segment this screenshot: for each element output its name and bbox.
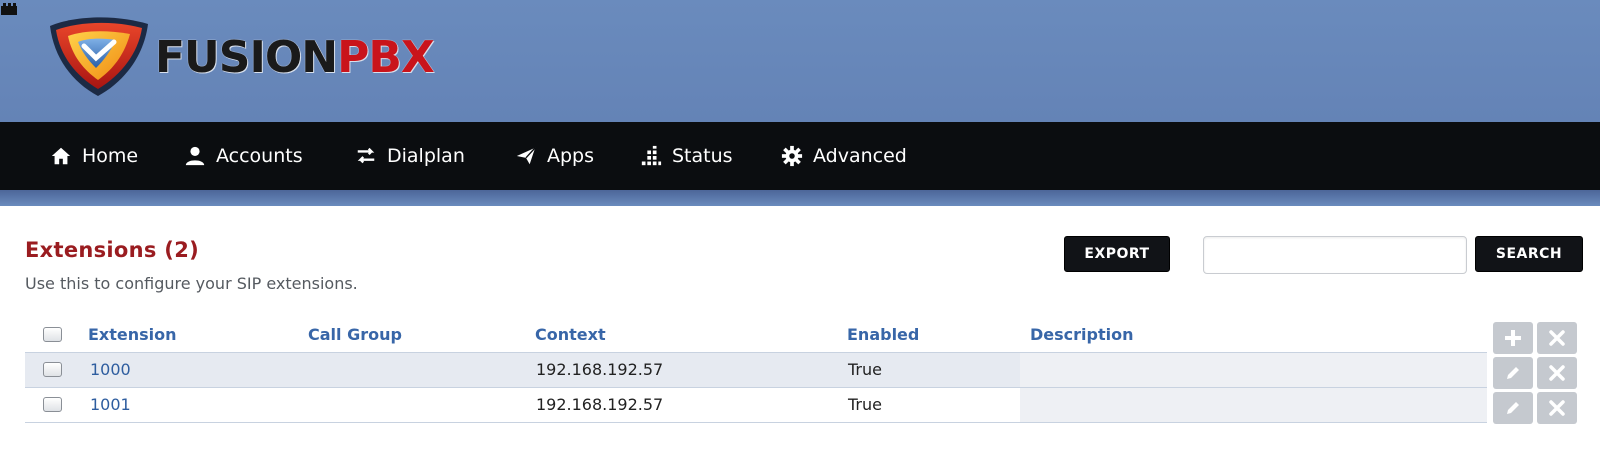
add-extension-button[interactable] [1493, 322, 1533, 354]
column-header-extension[interactable]: Extension [88, 318, 177, 352]
table-header-row: Extension Call Group Context Enabled Des… [25, 318, 1487, 354]
description-cell-bg [1020, 353, 1487, 387]
user-icon [185, 146, 205, 166]
delete-extension-button[interactable] [1537, 392, 1577, 424]
select-all-checkbox[interactable] [43, 327, 62, 342]
search-input[interactable] [1203, 236, 1467, 274]
row-checkbox[interactable] [43, 397, 62, 412]
window-menu-icon[interactable] [0, 2, 18, 16]
edit-extension-button[interactable] [1493, 357, 1533, 389]
export-button[interactable]: EXPORT [1064, 236, 1170, 272]
plus-icon [1505, 330, 1521, 346]
close-icon [1549, 330, 1565, 346]
column-header-call-group[interactable]: Call Group [308, 318, 402, 352]
page-description: Use this to configure your SIP extension… [25, 274, 358, 293]
logo-wordmark[interactable]: FUSIONPBX [155, 28, 435, 88]
nav-item-label: Advanced [813, 145, 907, 167]
extension-link[interactable]: 1001 [90, 388, 131, 422]
logo-text-fusion: FUSION [155, 32, 338, 83]
nav-item-dialplan[interactable]: Dialplan [355, 122, 465, 190]
nav-item-accounts[interactable]: Accounts [184, 122, 303, 190]
nav-item-label: Accounts [216, 145, 303, 167]
home-icon [51, 147, 71, 165]
enabled-cell: True [848, 360, 882, 379]
nav-item-advanced[interactable]: Advanced [781, 122, 907, 190]
context-cell: 192.168.192.57 [536, 395, 664, 414]
delete-extension-button[interactable] [1537, 357, 1577, 389]
logo-text-pbx: PBX [337, 32, 435, 83]
edit-extension-button[interactable] [1493, 392, 1533, 424]
table-row[interactable]: 1000 192.168.192.57 True [25, 353, 1487, 388]
page-title: Extensions (2) [25, 238, 200, 262]
nav-item-label: Home [82, 145, 139, 167]
close-icon [1549, 400, 1565, 416]
tasks-icon [641, 145, 662, 166]
table-row[interactable]: 1001 192.168.192.57 True [25, 388, 1487, 423]
close-icon [1549, 365, 1565, 381]
nav-item-label: Status [672, 145, 733, 167]
description-cell-bg [1020, 388, 1487, 422]
column-header-context[interactable]: Context [535, 318, 606, 352]
gear-icon [781, 145, 803, 167]
delete-selected-button[interactable] [1537, 322, 1577, 354]
enabled-cell: True [848, 395, 882, 414]
row-checkbox[interactable] [43, 362, 62, 377]
nav-item-status[interactable]: Status [640, 122, 733, 190]
nav-item-label: Apps [547, 145, 595, 167]
navbar-shadow [0, 190, 1600, 206]
nav-item-home[interactable]: Home [50, 122, 138, 190]
search-button[interactable]: SEARCH [1475, 236, 1583, 272]
paper-plane-icon [516, 147, 536, 165]
transfer-icon [357, 147, 375, 164]
nav-item-apps[interactable]: Apps [515, 122, 594, 190]
context-cell: 192.168.192.57 [536, 360, 664, 379]
column-header-description[interactable]: Description [1030, 318, 1133, 352]
fusionpbx-logo-icon[interactable] [44, 12, 156, 98]
column-header-enabled[interactable]: Enabled [847, 318, 919, 352]
nav-item-label: Dialplan [387, 145, 465, 167]
pencil-icon [1507, 367, 1519, 379]
extension-link[interactable]: 1000 [90, 353, 131, 387]
pencil-icon [1507, 402, 1519, 414]
